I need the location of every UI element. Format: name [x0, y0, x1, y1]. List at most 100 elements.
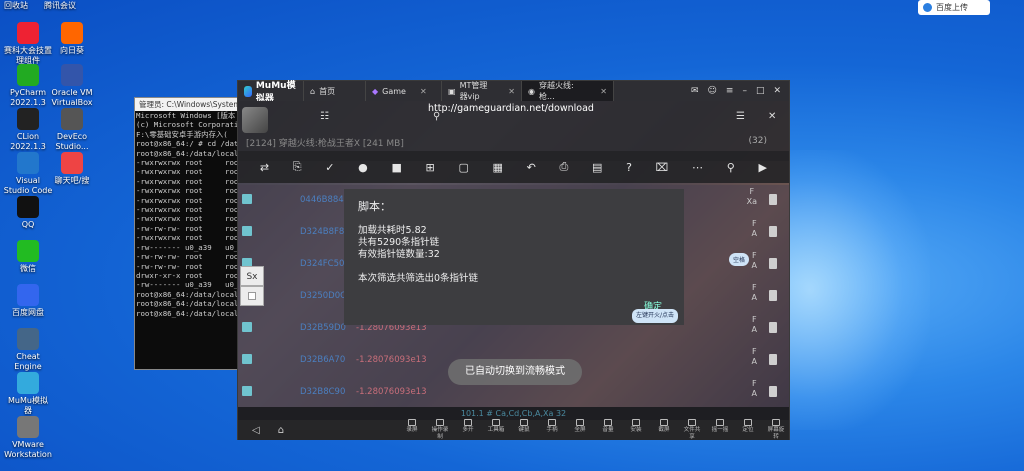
desktop-icon-label: DevEco Studio...: [55, 132, 89, 151]
desktop-icon[interactable]: Cheat Engine: [0, 328, 56, 372]
tool-button[interactable]: 键鼠: [513, 419, 535, 441]
check-icon[interactable]: ✓: [325, 161, 334, 174]
tool-button[interactable]: 音量: [597, 419, 619, 441]
trash-icon[interactable]: [769, 194, 777, 205]
mumu-brand: MuMu模拟器: [238, 81, 304, 104]
script-dialog: 脚本： 加载共耗时5.82 共有5290条指针链 有效指针链数量:32 本次筛选…: [344, 189, 684, 325]
desktop-icon[interactable]: DevEco Studio...: [44, 108, 100, 152]
mumu-window[interactable]: MuMu模拟器 ⌂ 首页 ◆ Game ✕ ▣ MT管理器vip ✕ ◉ 穿越火线:枪...…: [237, 80, 790, 440]
tool-button[interactable]: 全屏: [569, 419, 591, 441]
tool-button[interactable]: 摇一摇: [709, 419, 731, 441]
row-flags: F A: [751, 379, 757, 398]
tab-home[interactable]: ⌂ 首页: [304, 81, 366, 101]
desktop-icon[interactable]: Oracle VM VirtualBox: [44, 64, 100, 108]
tool-button[interactable]: 工具箱: [485, 419, 507, 441]
trash-icon[interactable]: [769, 258, 777, 269]
tool-icon: [632, 419, 640, 426]
tool-button[interactable]: 多开: [457, 419, 479, 441]
tool-label: 全屏: [574, 427, 586, 433]
console-line: -rwxrwxrwx root roo: [136, 195, 239, 205]
close-tab-icon[interactable]: ✕: [508, 87, 515, 96]
cmd-window[interactable]: 管理员: C:\Windows\System32 Microsoft Windo…: [134, 97, 244, 370]
tool-button[interactable]: 安装: [625, 419, 647, 441]
paste-icon[interactable]: ▢: [458, 161, 468, 174]
user-icon[interactable]: ☺: [708, 86, 717, 96]
tool-icon: [436, 419, 444, 426]
stop-icon[interactable]: ■: [391, 161, 401, 174]
close-tab-icon[interactable]: ✕: [420, 87, 427, 96]
back-icon[interactable]: ◁: [252, 425, 260, 436]
desktop-icon[interactable]: VMware Workstation: [0, 416, 56, 460]
float-sx-button[interactable]: Sx: [240, 266, 264, 286]
desktop-icon[interactable]: QQ: [0, 196, 56, 230]
trash-icon[interactable]: [769, 386, 777, 397]
save-icon[interactable]: ▤: [592, 161, 602, 174]
baidu-upload-button[interactable]: 百度上传: [918, 0, 990, 15]
trash-icon[interactable]: [769, 290, 777, 301]
trash-icon[interactable]: [769, 322, 777, 333]
record-icon[interactable]: ●: [358, 161, 368, 174]
console-line: -rw-rw-rw- root roo: [136, 261, 239, 271]
delete-icon[interactable]: ⌧: [656, 161, 669, 174]
export-icon[interactable]: ⎙: [560, 160, 569, 174]
find-icon[interactable]: ⚲: [727, 161, 735, 174]
close-icon[interactable]: ✕: [773, 86, 781, 96]
settings-icon[interactable]: ☷: [320, 111, 329, 122]
maximize-icon[interactable]: □: [756, 86, 765, 96]
tool-button[interactable]: 屏幕旋转: [765, 419, 787, 441]
tab-cf[interactable]: ◉ 穿越火线:枪... ✕: [522, 81, 614, 101]
tool-button[interactable]: 定位: [737, 419, 759, 441]
desktop-icon[interactable]: 聊天吧/搜: [44, 152, 100, 186]
desktop-icon[interactable]: 向日葵: [44, 22, 100, 56]
copy-icon[interactable]: ⎘: [293, 160, 302, 174]
tool-button[interactable]: 文件共享: [681, 419, 703, 441]
space-chip[interactable]: 空格: [729, 253, 750, 266]
trash-icon[interactable]: [769, 354, 777, 365]
dialog-line: 有效指针链数量:32: [358, 249, 440, 260]
desktop-caption-recycle: 回收站: [4, 1, 28, 10]
row-checkbox[interactable]: [242, 194, 252, 204]
cmd-title: 管理员: C:\Windows\System32: [135, 98, 243, 111]
query-icon[interactable]: ?: [626, 161, 632, 174]
row-value: -1.28076093e13: [356, 387, 427, 397]
trash-icon[interactable]: [769, 226, 777, 237]
float-stop-button[interactable]: [240, 286, 264, 306]
message-icon[interactable]: ✉: [691, 86, 699, 96]
desktop-icon[interactable]: 微信: [0, 240, 56, 274]
row-checkbox[interactable]: [242, 386, 252, 396]
close-tab-icon[interactable]: ✕: [600, 87, 607, 96]
gg-avatar[interactable]: [242, 107, 268, 133]
row-checkbox[interactable]: [242, 322, 252, 332]
gg-close-icon[interactable]: ✕: [768, 111, 776, 122]
menu-icon[interactable]: ≡: [726, 86, 734, 96]
tab-mt[interactable]: ▣ MT管理器vip ✕: [442, 81, 522, 101]
tool-button[interactable]: 手柄: [541, 419, 563, 441]
desktop-icon[interactable]: MuMu模拟 器: [0, 372, 56, 416]
menu-dots-icon[interactable]: ⋯: [692, 161, 703, 174]
play-icon[interactable]: ▶: [758, 161, 766, 174]
tab-game[interactable]: ◆ Game ✕: [366, 81, 442, 101]
list-icon[interactable]: ☰: [736, 111, 745, 122]
console-line: -rw------- u0_a39 u0_: [136, 242, 239, 252]
desktop-icon[interactable]: 百度网盘: [0, 284, 56, 318]
tool-icon: [660, 419, 668, 426]
undo-icon[interactable]: ↶: [527, 161, 536, 174]
row-address: D3250D0C: [300, 291, 347, 301]
square-icon: [248, 292, 256, 300]
row-checkbox[interactable]: [242, 226, 252, 236]
filter-icon[interactable]: ⊞: [426, 161, 435, 174]
desktop-icon-label: VMware Workstation: [4, 440, 52, 459]
row-checkbox[interactable]: [242, 354, 252, 364]
tool-button[interactable]: 截屏: [653, 419, 675, 441]
cloud-icon: [923, 3, 932, 12]
calc-icon[interactable]: ▦: [493, 161, 503, 174]
tool-button[interactable]: 录屏: [401, 419, 423, 441]
tool-icon: [744, 419, 752, 426]
tool-icon: [492, 419, 500, 426]
tool-button[interactable]: 操作录制: [429, 419, 451, 441]
gg-count: (32): [748, 136, 767, 146]
edit-icon[interactable]: ⇄: [260, 161, 269, 174]
home-nav-icon[interactable]: ⌂: [278, 425, 284, 436]
game-screen[interactable]: ☷ ⚲ http://gameguardian.net/download ☰ ✕…: [238, 101, 789, 407]
minimize-icon[interactable]: –: [742, 86, 747, 96]
